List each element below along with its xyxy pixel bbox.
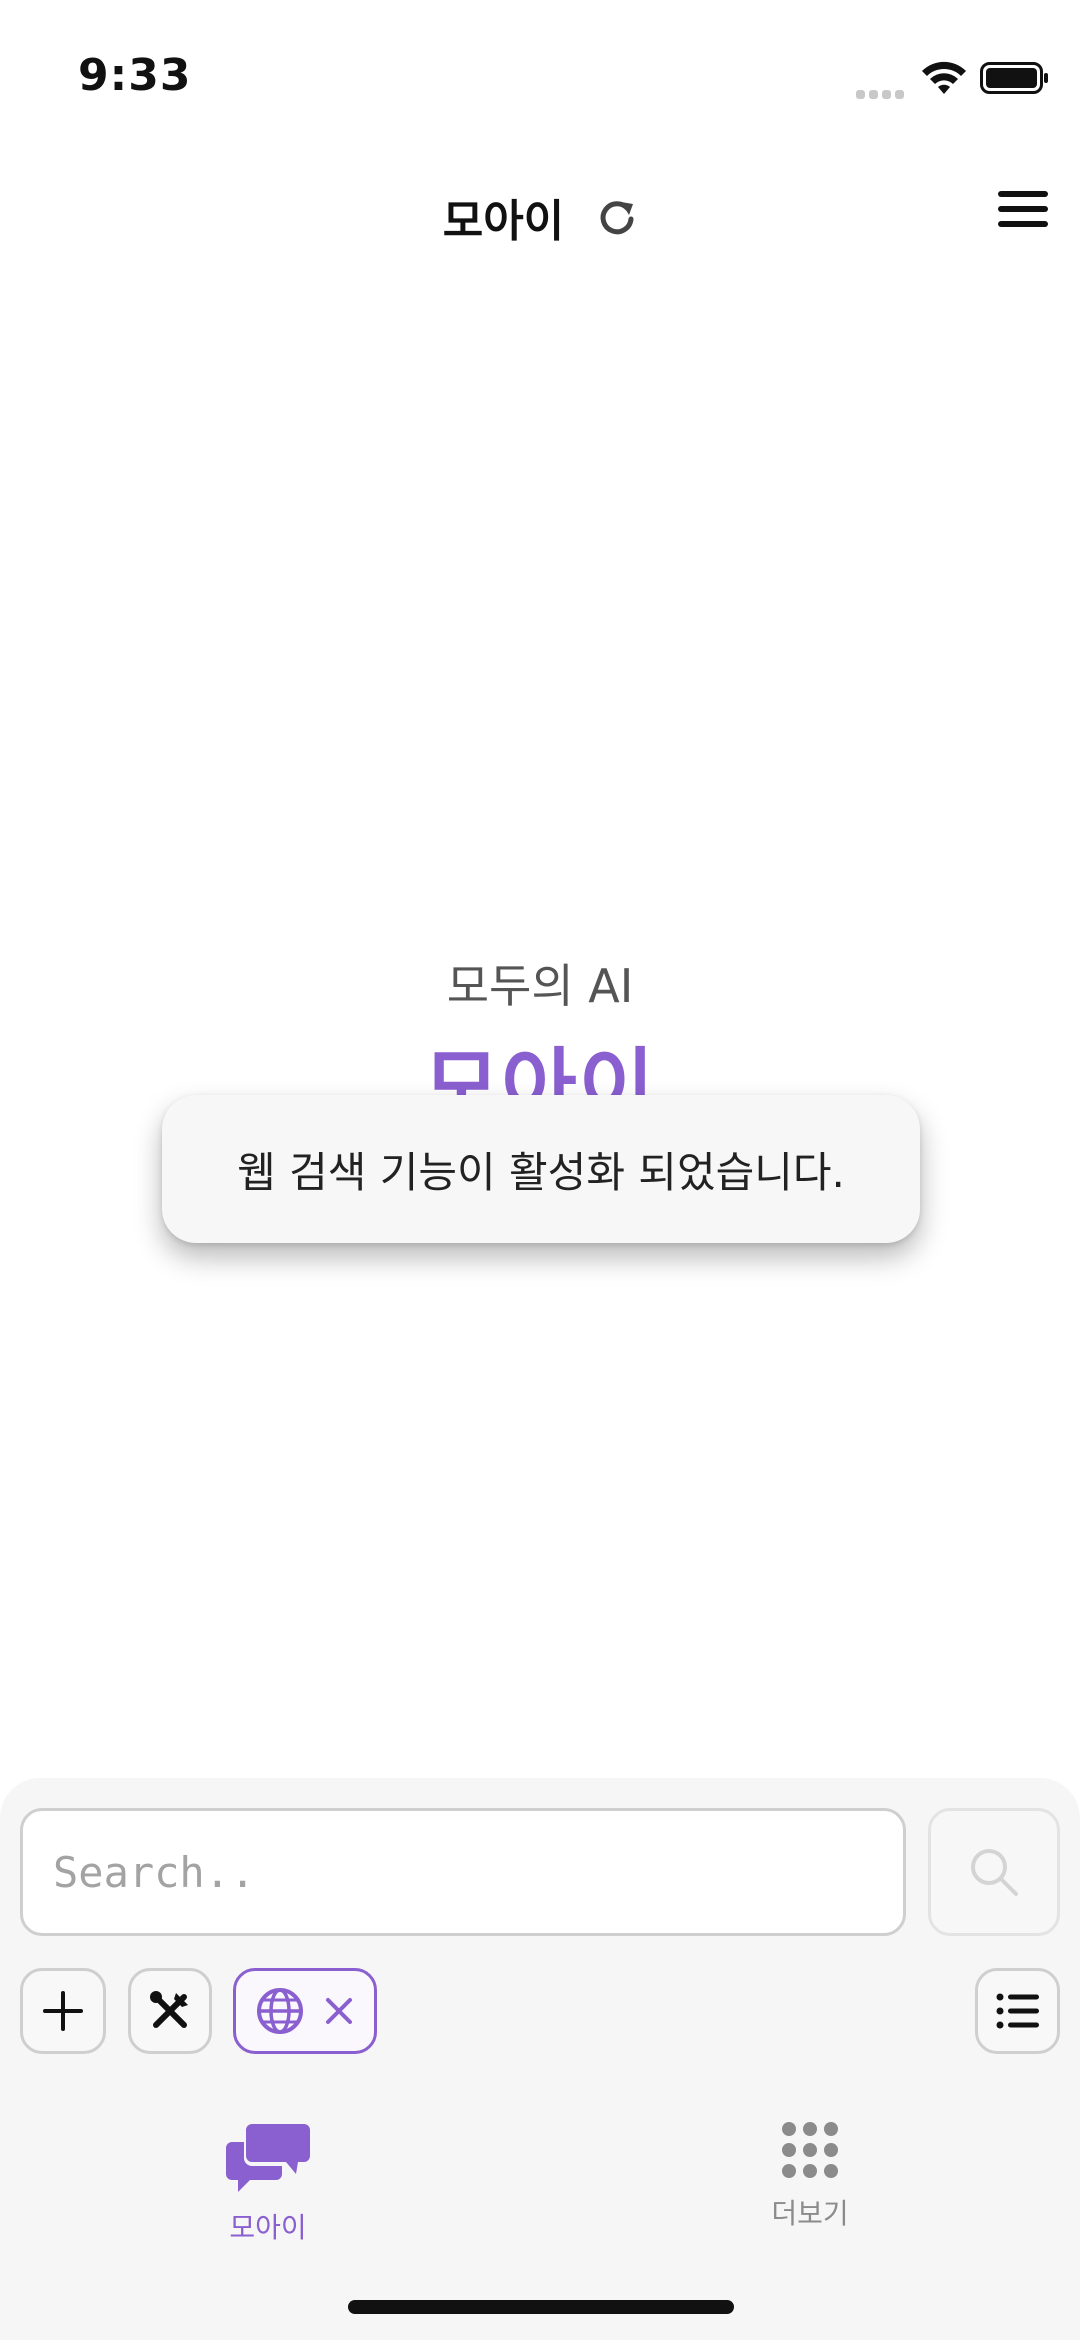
web-search-chip[interactable] — [233, 1968, 377, 2054]
tab-more-label: 더보기 — [771, 2197, 849, 2230]
list-button[interactable] — [975, 1968, 1060, 2054]
tab-more[interactable]: 더보기 — [710, 2120, 910, 2232]
app-title: 모아이 — [442, 196, 565, 247]
globe-icon — [257, 1988, 303, 2034]
chat-bubbles-icon — [226, 2124, 310, 2192]
plus-icon — [43, 1991, 83, 2031]
tab-moai-label: 모아이 — [229, 2211, 307, 2244]
status-time: 9:33 — [78, 50, 192, 101]
cellular-signal-icon — [856, 84, 908, 99]
home-indicator — [348, 2300, 734, 2314]
add-button[interactable] — [20, 1968, 106, 2054]
refresh-icon[interactable] — [597, 197, 637, 237]
toast-message: 웹 검색 기능이 활성화 되었습니다. — [162, 1095, 920, 1243]
status-bar: 9:33 — [0, 0, 1080, 150]
wifi-icon — [922, 61, 966, 94]
app-header: 모아이 — [0, 165, 1080, 265]
tab-moai[interactable]: 모아이 — [168, 2120, 368, 2246]
tools-icon — [150, 1991, 188, 2028]
grid-dots-icon — [782, 2122, 838, 2178]
search-icon — [971, 1849, 1018, 1896]
tools-button[interactable] — [128, 1968, 212, 2054]
battery-icon — [980, 62, 1048, 94]
search-button[interactable] — [928, 1808, 1060, 1936]
search-input[interactable] — [20, 1808, 906, 1936]
close-icon[interactable] — [323, 1995, 355, 2027]
hamburger-menu-icon[interactable] — [996, 185, 1050, 233]
bottom-panel: 모아이 더보기 — [0, 1778, 1080, 2340]
hero-subtitle: 모두의 AI — [446, 959, 634, 1013]
list-icon — [996, 1993, 1039, 2029]
app-title-group: 모아이 — [0, 185, 1080, 249]
screen: 9:33 모아이 모두의 AI 모아이 웹 검색 기능이 활성화 되었습니다. … — [0, 0, 1080, 2340]
